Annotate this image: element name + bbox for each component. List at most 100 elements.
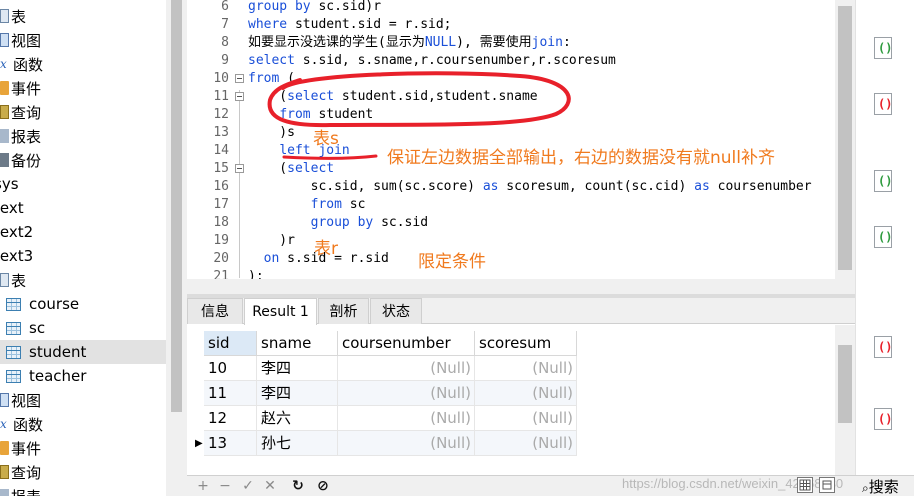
tree-item-表[interactable]: 表 — [0, 268, 166, 292]
discard-changes-icon[interactable]: ✕ — [262, 478, 278, 494]
code-text: group by sc.sid — [248, 214, 428, 232]
table-cell[interactable]: (Null) — [475, 356, 577, 381]
tree-item-label: student — [29, 343, 87, 361]
table-cell[interactable]: (Null) — [475, 381, 577, 406]
sql-keyword: group by — [310, 215, 374, 230]
tree-item-报表[interactable]: 报表 — [0, 484, 166, 496]
table-cell[interactable]: 12 — [204, 406, 257, 431]
tree-item-视图[interactable]: 视图 — [0, 28, 166, 52]
apply-changes-icon[interactable]: ✓ — [240, 478, 256, 494]
editor-scrollbar-thumb[interactable] — [838, 6, 852, 270]
view-icon — [0, 33, 9, 47]
table-cell[interactable]: 赵六 — [257, 406, 338, 431]
table-cell[interactable]: 11 — [204, 381, 257, 406]
tree-item-报表[interactable]: 报表 — [0, 124, 166, 148]
code-line[interactable]: 6 group by sc.sid)r — [187, 0, 835, 16]
tree-item-teacher[interactable]: teacher — [0, 364, 166, 388]
code-line[interactable]: 13 )s — [187, 124, 835, 142]
result-tab-2[interactable]: 剖析 — [318, 298, 369, 324]
tree-item-表[interactable]: 表 — [0, 4, 166, 28]
table-cell[interactable]: 李四 — [257, 356, 338, 381]
fold-toggle-icon[interactable] — [235, 74, 244, 83]
tree-item-查询[interactable]: 查询 — [0, 100, 166, 124]
document-icon[interactable]: () — [874, 170, 892, 192]
fold-toggle-icon[interactable] — [235, 92, 244, 101]
table-cell[interactable]: (Null) — [338, 356, 475, 381]
tree-item-sys[interactable]: sys — [0, 172, 160, 196]
result-tab-0[interactable]: 信息 — [187, 298, 243, 324]
tree-item-事件[interactable]: 事件 — [0, 436, 166, 460]
code-line[interactable]: 19 )r — [187, 232, 835, 250]
tree-item-sc[interactable]: sc — [0, 316, 166, 340]
code-line[interactable]: 12 from student — [187, 106, 835, 124]
code-line[interactable]: 7 where student.sid = r.sid; — [187, 16, 835, 34]
code-line[interactable]: 10 from ( — [187, 70, 835, 88]
event-icon — [0, 81, 9, 95]
tree-item-备份[interactable]: 备份 — [0, 148, 166, 172]
table-cell[interactable]: 13 — [204, 431, 257, 456]
tree-item-text2[interactable]: text2 — [0, 220, 160, 244]
column-header-coursenumber[interactable]: coursenumber — [338, 331, 475, 356]
tree-item-label: 事件 — [11, 79, 42, 98]
table-cell[interactable]: (Null) — [475, 431, 577, 456]
tree-item-student[interactable]: student — [0, 340, 166, 364]
sql-keyword: from — [279, 107, 311, 122]
tree-item-label: 查询 — [11, 103, 42, 122]
editor-horizontal-scrollbar[interactable] — [187, 279, 835, 294]
document-icon[interactable]: () — [874, 408, 892, 430]
sql-text: ( — [248, 161, 288, 176]
code-line[interactable]: 9 select s.sid, s.sname,r.coursenumber,r.… — [187, 52, 835, 70]
code-line[interactable]: 11 (select student.sid,student.sname — [187, 88, 835, 106]
table-cell[interactable]: (Null) — [338, 406, 475, 431]
tree-item-text3[interactable]: text3 — [0, 244, 160, 268]
table-cell[interactable]: 孙七 — [257, 431, 338, 456]
tree-item-函数[interactable]: x 函数 — [0, 412, 166, 436]
result-tab-1[interactable]: Result 1 — [244, 298, 317, 325]
tree-item-label: sys — [0, 175, 19, 193]
tree-item-text[interactable]: text — [0, 196, 160, 220]
sql-text: ( — [279, 71, 295, 86]
column-header-sid[interactable]: sid — [204, 331, 257, 356]
table-cell[interactable]: (Null) — [338, 431, 475, 456]
tree-item-查询[interactable]: 查询 — [0, 460, 166, 484]
table-icon — [6, 321, 21, 335]
column-header-sname[interactable]: sname — [257, 331, 338, 356]
table-cell[interactable]: (Null) — [475, 406, 577, 431]
refresh-icon[interactable]: ↻ — [290, 478, 306, 494]
table-cell[interactable]: (Null) — [338, 381, 475, 406]
code-line[interactable]: 18 group by sc.sid — [187, 214, 835, 232]
tree-item-事件[interactable]: 事件 — [0, 76, 166, 100]
document-icon[interactable]: () — [874, 37, 892, 59]
document-icon[interactable]: () — [874, 226, 892, 248]
sql-keyword: NULL — [424, 35, 457, 50]
sql-text: sc — [341, 197, 366, 212]
table-cell[interactable]: 10 — [204, 356, 257, 381]
add-record-icon[interactable]: + — [195, 478, 211, 494]
stop-icon[interactable]: ⊘ — [315, 478, 331, 494]
code-line[interactable]: 20 on s.sid = r.sid — [187, 250, 835, 268]
grid-view-icon[interactable] — [797, 477, 813, 493]
tree-item-视图[interactable]: 视图 — [0, 388, 166, 412]
form-glyph — [822, 480, 832, 490]
code-line[interactable]: 8 如要显示没选课的学生(显示为NULL), 需要使用join: — [187, 34, 835, 52]
sql-text: sc.sid — [373, 215, 429, 230]
tree-item-course[interactable]: course — [0, 292, 166, 316]
result-tab-3[interactable]: 状态 — [370, 298, 422, 324]
code-text: from sc — [248, 196, 366, 214]
code-text: (select — [248, 160, 334, 178]
grid-scrollbar-thumb[interactable] — [838, 345, 852, 423]
tree-scrollbar-thumb[interactable] — [171, 0, 182, 412]
document-icon[interactable]: () — [874, 336, 892, 358]
fold-toggle-icon[interactable] — [235, 164, 244, 173]
line-number: 6 — [221, 0, 229, 14]
table-cell[interactable]: 李四 — [257, 381, 338, 406]
tree-item-label: 事件 — [11, 439, 42, 458]
delete-record-icon[interactable]: − — [217, 478, 233, 494]
document-icon[interactable]: () — [874, 93, 892, 115]
column-header-scoresum[interactable]: scoresum — [475, 331, 577, 356]
search-label[interactable]: ⌕搜索 — [862, 476, 899, 496]
code-line[interactable]: 16 sc.sid, sum(sc.score) as scoresum, co… — [187, 178, 835, 196]
tree-item-函数[interactable]: x 函数 — [0, 52, 166, 76]
form-view-icon[interactable] — [819, 477, 835, 493]
code-line[interactable]: 17 from sc — [187, 196, 835, 214]
